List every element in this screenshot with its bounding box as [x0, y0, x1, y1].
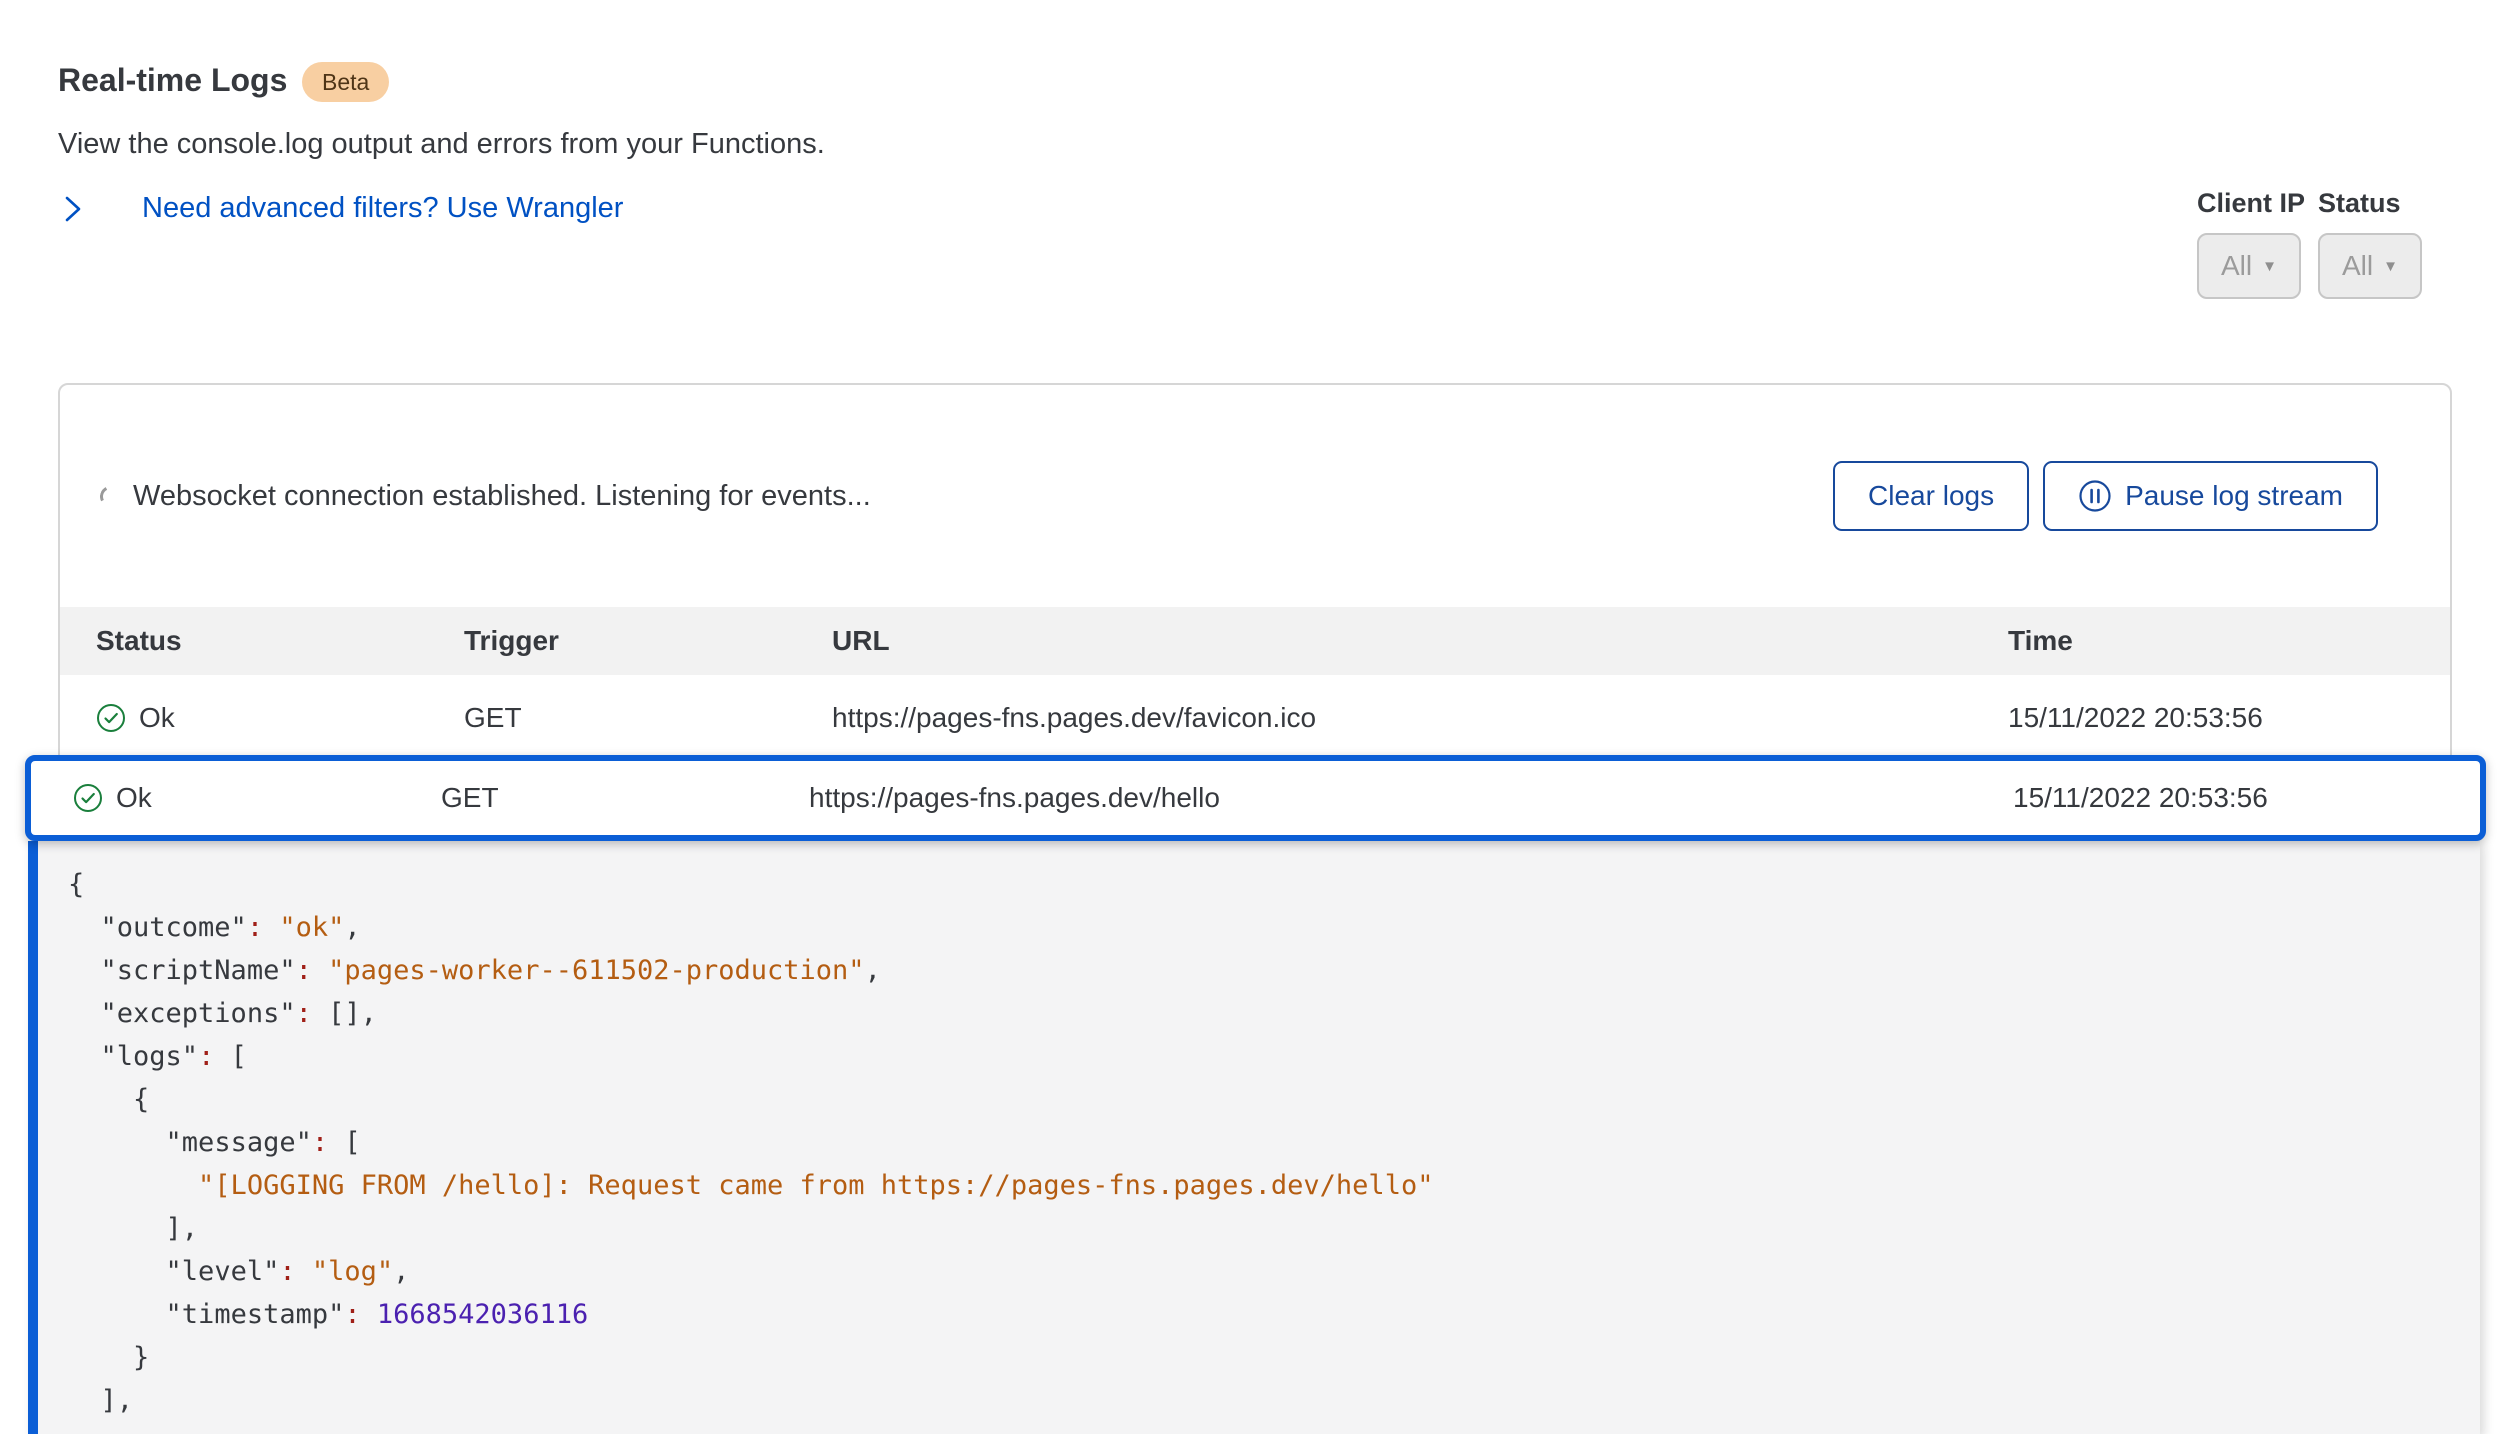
stream-panel-header: Websocket connection established. Listen…	[60, 385, 2450, 607]
stream-actions: Clear logs Pause log stream	[1833, 461, 2378, 531]
log-row-trigger: GET	[464, 702, 832, 734]
column-header-url: URL	[832, 625, 2008, 657]
log-row-url: https://pages-fns.pages.dev/favicon.ico	[832, 702, 2008, 734]
pause-log-stream-label: Pause log stream	[2125, 480, 2343, 512]
client-ip-filter-value: All	[2221, 250, 2252, 282]
check-circle-icon	[73, 783, 103, 813]
page-title: Real-time Logs	[58, 62, 287, 99]
log-row-url: https://pages-fns.pages.dev/hello	[809, 782, 2013, 814]
log-row-status: Ok	[116, 782, 152, 814]
clear-logs-button[interactable]: Clear logs	[1833, 461, 2029, 531]
log-row-status: Ok	[139, 702, 175, 734]
wrangler-link-label: Need advanced filters? Use Wrangler	[142, 192, 623, 225]
log-table-header: Status Trigger URL Time	[60, 607, 2450, 675]
log-row-favicon[interactable]: Ok GET https://pages-fns.pages.dev/favic…	[60, 675, 2450, 762]
page-subtitle: View the console.log output and errors f…	[58, 128, 825, 161]
column-header-trigger: Trigger	[464, 625, 832, 657]
client-ip-filter-label: Client IP	[2197, 188, 2305, 219]
pause-icon	[2078, 479, 2112, 513]
column-header-time: Time	[2008, 625, 2450, 657]
status-filter-label: Status	[2318, 188, 2401, 219]
client-ip-filter-dropdown[interactable]: All ▼	[2197, 233, 2301, 299]
websocket-status: Websocket connection established. Listen…	[100, 480, 871, 513]
wrangler-link[interactable]: Need advanced filters? Use Wrangler	[60, 192, 623, 225]
json-code: { "outcome": "ok", "scriptName": "pages-…	[68, 863, 2480, 1422]
websocket-status-text: Websocket connection established. Listen…	[133, 480, 871, 513]
clear-logs-label: Clear logs	[1868, 480, 1994, 512]
log-row-time: 15/11/2022 20:53:56	[2013, 782, 2480, 814]
spinner-icon	[97, 483, 123, 509]
pause-log-stream-button[interactable]: Pause log stream	[2043, 461, 2378, 531]
check-circle-icon	[96, 703, 126, 733]
expanded-log-entry: Ok GET https://pages-fns.pages.dev/hello…	[25, 755, 2486, 1434]
status-filter-dropdown[interactable]: All ▼	[2318, 233, 2422, 299]
log-detail-panel: { "outcome": "ok", "scriptName": "pages-…	[28, 841, 2480, 1434]
status-filter-value: All	[2342, 250, 2373, 282]
caret-down-icon: ▼	[2262, 259, 2277, 274]
beta-badge: Beta	[302, 62, 389, 102]
chevron-right-icon	[60, 194, 86, 224]
column-header-status: Status	[96, 625, 464, 657]
log-row-hello-selected[interactable]: Ok GET https://pages-fns.pages.dev/hello…	[25, 755, 2486, 841]
log-row-trigger: GET	[441, 782, 809, 814]
log-row-time: 15/11/2022 20:53:56	[2008, 702, 2450, 734]
caret-down-icon: ▼	[2383, 259, 2398, 274]
